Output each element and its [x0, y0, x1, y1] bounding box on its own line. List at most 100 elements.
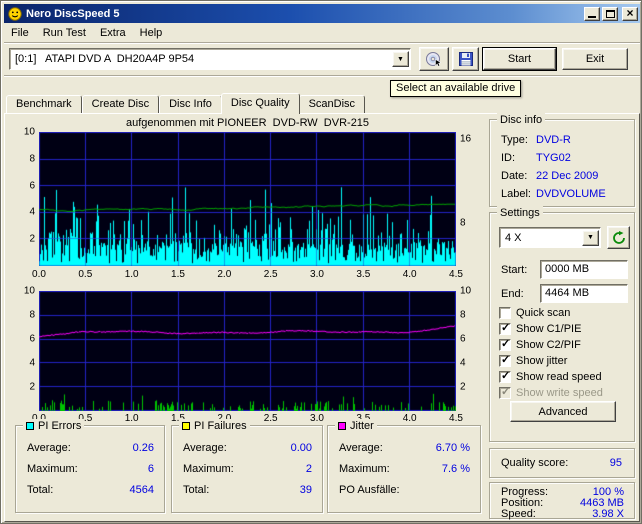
checkbox-box: ✓	[499, 354, 511, 367]
x-tick-label: 4.0	[402, 269, 417, 280]
x-tick-label: 1.0	[124, 269, 139, 280]
average-value: 0.26	[132, 442, 154, 454]
menu-bar: File Run Test Extra Help	[4, 24, 640, 42]
checkbox-show-c1-pie[interactable]: ✓ Show C1/PIE	[499, 322, 581, 336]
check-icon: ✓	[501, 370, 511, 382]
pi-errors-chart	[39, 132, 456, 266]
panel-title-text: Jitter	[350, 419, 374, 432]
jitter-panel-title: Jitter	[335, 419, 377, 432]
window-controls: ×	[584, 5, 638, 21]
disc-date-value: 22 Dec 2009	[536, 170, 599, 182]
x-tick-label: 2.0	[217, 269, 232, 280]
checkbox-label: Show write speed	[516, 387, 603, 399]
x-tick-label: 3.5	[356, 269, 371, 280]
y-tick-label: 8	[460, 309, 466, 321]
disc-date-label: Date:	[501, 170, 528, 182]
menu-file[interactable]: File	[4, 25, 36, 41]
x-tick-label: 4.0	[402, 413, 417, 424]
title-bar[interactable]: Nero DiscSpeed 5 ×	[4, 4, 640, 23]
speed-combo[interactable]: 4 X ▼	[499, 227, 601, 248]
speed-combo-arrow[interactable]: ▼	[582, 229, 599, 246]
save-button[interactable]	[452, 47, 479, 71]
checkbox-show-read-speed[interactable]: ✓ Show read speed	[499, 370, 602, 384]
jitter-chart	[39, 291, 456, 411]
chart-title: aufgenommen mit PIONEER DVD-RW DVR-215	[125, 117, 370, 129]
app-logo-icon	[8, 6, 22, 21]
refresh-icon	[612, 230, 625, 244]
y-tick-label: 8	[29, 309, 35, 321]
minimize-icon	[588, 15, 596, 18]
maximize-icon	[606, 9, 615, 18]
disc-type-value: DVD-R	[536, 134, 571, 146]
start-button[interactable]: Start	[482, 47, 557, 71]
checkbox-label: Show C2/PIF	[516, 339, 581, 351]
drive-select-combo[interactable]: [0:1] ATAPI DVD A DH20A4P 9P54 ▼	[9, 48, 411, 70]
checkbox-show-write-speed: ✓ Show write speed	[499, 386, 603, 400]
checkbox-label: Show read speed	[516, 371, 602, 383]
checkbox-box: ✓	[499, 322, 511, 335]
jitter-color-chip	[338, 421, 346, 430]
tab-disc-quality[interactable]: Disc Quality	[220, 93, 300, 114]
minimize-button[interactable]	[584, 6, 600, 21]
pi-errors-panel: PI Errors Average: 0.26 Maximum: 6 Total…	[15, 419, 165, 513]
settings-group: Settings 4 X ▼ Start: 0000 MB End: 4464 …	[489, 206, 635, 442]
y-tick-label: 10	[23, 285, 35, 297]
pi-errors-y-axis-left: 10 8 6 4 2	[7, 127, 35, 266]
y-tick-label: 4	[460, 357, 466, 369]
close-button[interactable]: ×	[622, 5, 638, 21]
disc-icon	[426, 52, 442, 67]
jitter-y-axis-left: 10 8 6 4 2	[7, 286, 35, 411]
x-tick-label: 0.5	[78, 269, 93, 280]
group-title-text: Settings	[500, 206, 540, 219]
tab-create-disc[interactable]: Create Disc	[81, 95, 160, 113]
average-value: 0.00	[290, 442, 312, 454]
check-icon: ✓	[501, 322, 511, 334]
disc-label-label: Label:	[501, 188, 531, 200]
chevron-down-icon: ▼	[397, 55, 404, 63]
exit-button[interactable]: Exit	[562, 48, 628, 70]
disc-id-value: TYG02	[536, 152, 571, 164]
menu-run-test[interactable]: Run Test	[36, 25, 93, 41]
disc-info-group: Disc info Type: DVD-R ID: TYG02 Date: 22…	[489, 113, 635, 207]
advanced-button[interactable]: Advanced	[510, 401, 616, 422]
start-position-field[interactable]: 0000 MB	[540, 260, 628, 279]
pi-errors-x-axis: 0.0 0.5 1.0 1.5 2.0 2.5 3.0 3.5 4.0 4.5	[32, 269, 463, 280]
select-drive-button[interactable]	[419, 47, 449, 71]
save-icon	[458, 52, 473, 66]
disc-type-label: Type:	[501, 134, 528, 146]
maximize-button[interactable]	[602, 6, 618, 21]
close-icon: ×	[626, 5, 634, 20]
pi-errors-panel-title: PI Errors	[23, 419, 85, 432]
checkbox-box: ✓	[499, 307, 511, 319]
tab-scandisc[interactable]: ScanDisc	[298, 95, 366, 113]
group-title-text: Disc info	[500, 113, 543, 126]
toolbar-separator	[4, 75, 640, 77]
pi-errors-color-chip	[26, 421, 34, 430]
total-value: 4564	[129, 484, 154, 496]
tab-disc-info[interactable]: Disc Info	[159, 95, 222, 113]
tab-benchmark[interactable]: Benchmark	[6, 95, 82, 113]
disc-info-title: Disc info	[497, 113, 546, 126]
speed-value: 3.98 X	[592, 508, 624, 520]
y-tick-label: 6	[29, 333, 35, 345]
checkbox-show-jitter[interactable]: ✓ Show jitter	[499, 354, 567, 368]
tab-bar: Benchmark Create Disc Disc Info Disc Qua…	[6, 93, 366, 114]
check-icon: ✓	[501, 354, 511, 366]
menu-help[interactable]: Help	[133, 25, 170, 41]
maximum-value: 6	[147, 463, 154, 475]
checkbox-quick-scan[interactable]: ✓ Quick scan	[499, 306, 570, 320]
x-tick-label: 1.5	[171, 269, 185, 280]
checkbox-show-c2-pif[interactable]: ✓ Show C2/PIF	[499, 338, 581, 352]
end-position-field[interactable]: 4464 MB	[540, 284, 628, 303]
average-label: Average:	[27, 442, 71, 454]
drive-combo-arrow[interactable]: ▼	[392, 51, 409, 67]
jitter-panel: Jitter Average: 6.70 % Maximum: 7.6 % PO…	[327, 419, 481, 513]
pi-failures-panel: PI Failures Average: 0.00 Maximum: 2 Tot…	[171, 419, 323, 513]
refresh-drive-button[interactable]	[607, 226, 630, 249]
pi-errors-y-axis-right: 16 8	[458, 132, 486, 266]
menu-extra[interactable]: Extra	[93, 25, 133, 41]
speed-label: Speed:	[501, 508, 536, 520]
x-tick-label: 2.5	[263, 413, 278, 424]
panel-title-text: PI Errors	[38, 419, 82, 432]
total-label: Total:	[27, 484, 54, 496]
